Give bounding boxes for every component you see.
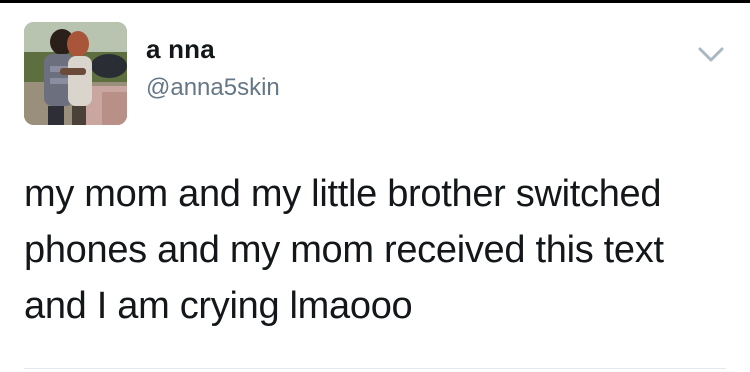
tweet-text-line: phones and my mom received this text — [24, 229, 664, 271]
tweet-text: my mom and my little brother switched ph… — [24, 166, 724, 334]
avatar-photo — [24, 22, 127, 125]
tweet-card: a nna @anna5skin my mom and my little br… — [0, 0, 750, 372]
chevron-down-icon[interactable] — [697, 46, 725, 64]
author-display-name[interactable]: a nna — [146, 36, 280, 62]
tweet-author: a nna @anna5skin — [146, 36, 280, 100]
divider — [24, 368, 726, 369]
tweet-text-line: my mom and my little brother switched — [24, 173, 662, 215]
tweet-text-line: and I am crying lmaooo — [24, 285, 413, 327]
avatar[interactable] — [24, 22, 127, 125]
author-handle[interactable]: @anna5skin — [146, 76, 280, 100]
